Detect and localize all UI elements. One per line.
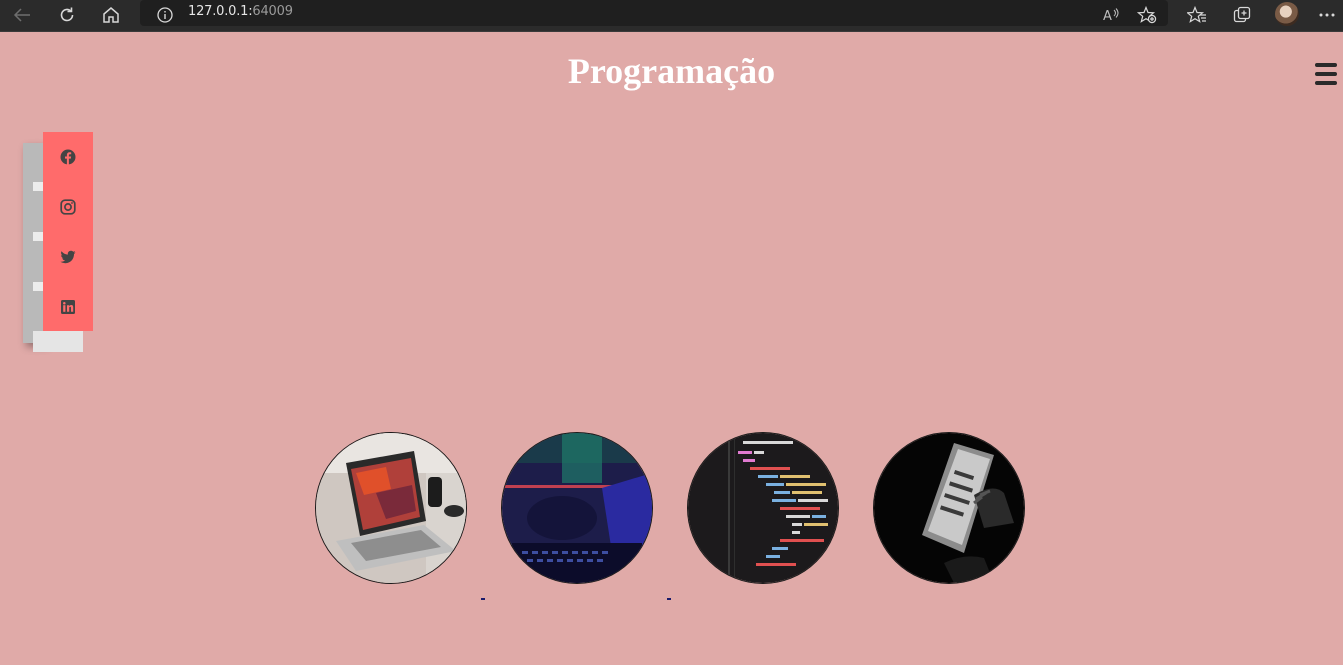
sidebar-notch	[33, 232, 43, 241]
link-underline	[667, 598, 671, 600]
site-info-button[interactable]	[152, 2, 178, 28]
twitter-link[interactable]	[60, 249, 76, 265]
add-favorite-button[interactable]	[1134, 2, 1160, 28]
hacker-keyboard-photo	[502, 433, 652, 583]
refresh-button[interactable]	[54, 2, 80, 28]
profile-avatar[interactable]	[1275, 2, 1299, 26]
social-bar-shadow	[23, 143, 45, 343]
thumbnail-hacker-keyboard[interactable]	[501, 432, 653, 584]
instagram-link[interactable]	[60, 199, 76, 215]
back-arrow-icon	[13, 8, 30, 22]
more-button[interactable]	[1314, 2, 1340, 28]
collections-button[interactable]	[1229, 2, 1255, 28]
favorites-button[interactable]	[1184, 2, 1210, 28]
social-bar-base	[33, 331, 83, 352]
address-bar[interactable]	[140, 0, 1168, 26]
address-url[interactable]: 127.0.0.1:64009	[188, 4, 293, 19]
home-icon	[103, 7, 119, 23]
thumbnail-code-screen[interactable]	[687, 432, 839, 584]
facebook-link[interactable]	[60, 149, 76, 165]
thumbnail-laptop-desk[interactable]	[315, 432, 467, 584]
refresh-icon	[60, 7, 74, 22]
hamburger-menu-icon[interactable]	[1315, 63, 1337, 87]
code-screen-photo	[688, 433, 838, 583]
svg-text:A: A	[1103, 9, 1112, 23]
facebook-icon	[60, 149, 76, 165]
page-title: Programação	[567, 51, 776, 91]
more-dots-icon	[1319, 13, 1335, 17]
hands-laptop-photo	[874, 433, 1024, 583]
collections-icon	[1233, 6, 1251, 23]
back-button[interactable]	[9, 2, 35, 28]
thumbnail-hands-laptop[interactable]	[873, 432, 1025, 584]
home-button[interactable]	[98, 2, 124, 28]
url-host: 127.0.0.1:	[188, 4, 253, 19]
link-underline	[481, 598, 485, 600]
read-aloud-icon: A	[1103, 8, 1119, 23]
laptop-desk-photo	[316, 433, 466, 583]
social-links-bar	[43, 132, 93, 331]
sidebar-notch	[33, 282, 43, 291]
url-port: 64009	[252, 4, 293, 19]
favorites-icon	[1187, 6, 1206, 23]
linkedin-link[interactable]	[60, 299, 76, 315]
instagram-icon	[60, 199, 76, 215]
twitter-icon	[60, 250, 76, 264]
read-aloud-button[interactable]: A	[1098, 2, 1124, 28]
browser-toolbar: 127.0.0.1:64009 A	[0, 0, 1343, 32]
info-icon	[157, 7, 173, 23]
star-add-icon	[1137, 6, 1157, 24]
linkedin-icon	[61, 300, 75, 314]
sidebar-notch	[33, 182, 43, 191]
